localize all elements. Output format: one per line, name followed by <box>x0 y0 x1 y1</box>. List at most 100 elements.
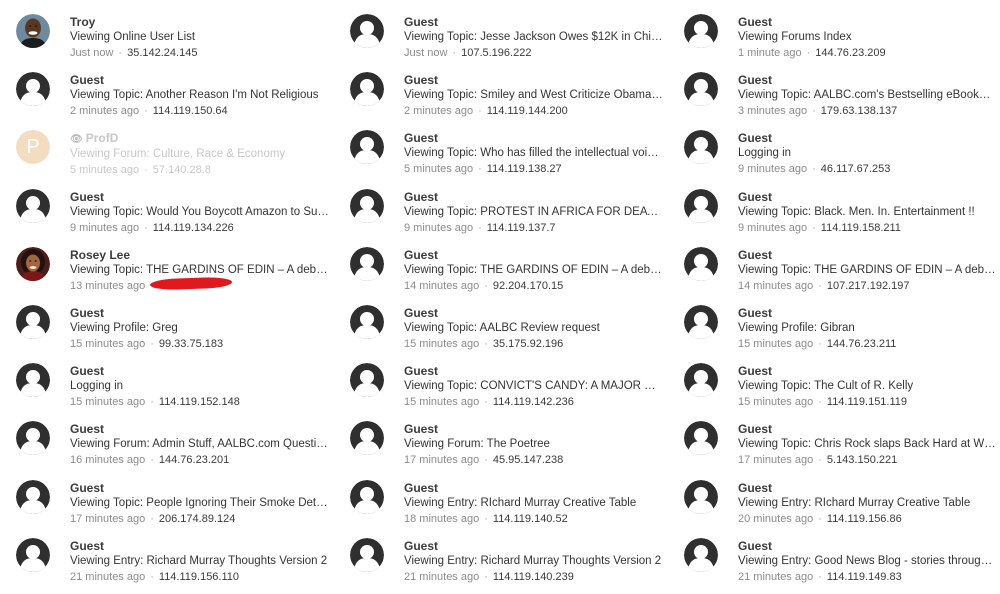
user-meta: 5 minutes ago · 57.140.28.8 <box>70 162 330 178</box>
user-name[interactable]: Rosey Lee <box>70 248 130 262</box>
online-user-entry: Guest Viewing Topic: THE GARDINS OF EDIN … <box>668 245 1000 303</box>
user-name[interactable]: Troy <box>70 15 95 29</box>
user-activity[interactable]: Viewing Forum: The Poetree <box>404 437 664 452</box>
user-meta: 9 minutes ago · 114.119.134.226 <box>70 220 330 236</box>
online-user-entry: Guest Viewing Topic: AALBC.com's Bestsell… <box>668 70 1000 128</box>
user-name-row: Guest <box>404 364 664 379</box>
last-seen-time: 17 minutes ago <box>404 454 480 467</box>
user-name-row: Guest <box>738 481 996 496</box>
user-activity[interactable]: Viewing Topic: CONVICT'S CANDY: A MAJOR … <box>404 379 664 394</box>
guest-avatar-icon <box>684 363 718 398</box>
user-activity[interactable]: Viewing Topic: Chris Rock slaps Back Har… <box>738 437 996 452</box>
user-name: Guest <box>70 538 105 553</box>
user-name: Guest <box>70 422 105 437</box>
user-activity[interactable]: Viewing Forum: Admin Stuff, AALBC.com Qu… <box>70 437 330 452</box>
meta-separator: · <box>484 396 488 409</box>
meta-separator: · <box>150 454 154 467</box>
user-activity[interactable]: Viewing Topic: Black. Men. In. Entertain… <box>738 205 996 220</box>
meta-separator: · <box>818 279 822 292</box>
user-avatar[interactable]: P <box>16 130 50 165</box>
user-name: Guest <box>404 480 439 495</box>
user-meta: 20 minutes ago · 114.119.156.86 <box>738 511 996 527</box>
user-meta: 15 minutes ago · 114.119.142.236 <box>404 394 664 410</box>
user-activity[interactable]: Viewing Entry: RIchard Murray Creative T… <box>738 496 996 511</box>
online-user-entry: Guest Logging in 9 minutes ago · 46.117.67.2… <box>668 128 1000 186</box>
last-seen-time: 15 minutes ago <box>70 396 146 409</box>
user-avatar-photo[interactable] <box>16 14 50 48</box>
meta-separator: · <box>818 337 822 350</box>
user-activity[interactable]: Viewing Topic: Jesse Jackson Owes $12K i… <box>404 30 664 45</box>
online-user-entry: Guest Viewing Profile: Greg 15 minutes ago… <box>0 303 334 361</box>
user-name: Guest <box>404 15 439 29</box>
user-activity[interactable]: Logging in <box>70 379 330 394</box>
last-seen-time: 15 minutes ago <box>738 337 814 350</box>
user-info: Guest Viewing Topic: People Ignoring Thei… <box>70 481 330 527</box>
user-activity[interactable]: Viewing Topic: Another Reason I'm Not Re… <box>70 88 330 103</box>
ip-address: 114.119.138.27 <box>486 163 562 176</box>
user-activity[interactable]: Viewing Topic: People Ignoring Their Smo… <box>70 496 330 511</box>
guest-avatar-icon <box>350 421 384 456</box>
user-info: Guest Viewing Topic: The Cult of R. Kelly… <box>738 364 996 410</box>
user-name-row: Guest <box>738 364 996 379</box>
last-seen-time: 9 minutes ago <box>404 221 474 234</box>
user-activity[interactable]: Viewing Entry: RIchard Murray Creative T… <box>404 496 664 511</box>
user-info: Guest Viewing Topic: Another Reason I'm N… <box>70 73 330 119</box>
user-activity[interactable]: Viewing Entry: Good News Blog - stories … <box>738 554 996 569</box>
ip-address: 35.175.92.196 <box>492 337 564 350</box>
user-info: Guest Viewing Entry: Richard Murray Thoug… <box>404 539 664 585</box>
user-meta: 13 minutes ago· <box>70 276 330 294</box>
online-user-entry: Troy Viewing Online User List Just now · 35.… <box>0 12 334 70</box>
user-name[interactable]: ProfD <box>86 131 119 145</box>
user-activity[interactable]: Viewing Forums Index <box>738 30 996 45</box>
user-name-row: Guest <box>738 73 996 88</box>
user-activity[interactable]: Viewing Entry: Richard Murray Thoughts V… <box>404 554 664 569</box>
user-name: Guest <box>404 73 439 88</box>
user-name-row: Rosey Lee <box>70 248 330 263</box>
user-name-row: Guest <box>70 73 330 88</box>
ip-address: 206.174.89.124 <box>158 512 236 525</box>
user-activity[interactable]: Viewing Topic: THE GARDINS OF EDIN – A d… <box>70 263 330 278</box>
meta-separator: · <box>818 396 822 409</box>
user-meta: 17 minutes ago · 5.143.150.221 <box>738 452 996 468</box>
user-activity[interactable]: Viewing Online User List <box>70 30 330 45</box>
user-activity[interactable]: Viewing Profile: Gibran <box>738 321 996 336</box>
user-meta: 21 minutes ago · 114.119.156.110 <box>70 569 330 585</box>
user-activity[interactable]: Viewing Topic: THE GARDINS OF EDIN – A d… <box>738 263 996 278</box>
user-meta: 14 minutes ago · 92.204.170.15 <box>404 278 664 294</box>
ip-address: 114.119.158.211 <box>820 221 901 234</box>
ip-address: 114.119.144.200 <box>486 105 568 118</box>
user-avatar-photo[interactable] <box>16 246 50 281</box>
user-name-row: Troy <box>70 15 330 30</box>
user-activity[interactable]: Viewing Forum: Culture, Race & Economy <box>70 147 330 162</box>
user-activity[interactable]: Viewing Topic: Smiley and West Criticize… <box>404 88 664 103</box>
user-meta: 15 minutes ago · 114.119.151.119 <box>738 394 996 410</box>
user-name: Guest <box>70 73 105 88</box>
user-activity[interactable]: Logging in <box>738 146 996 161</box>
user-name-row: Guest <box>70 539 330 554</box>
user-activity[interactable]: Viewing Topic: The Cult of R. Kelly <box>738 379 996 394</box>
guest-avatar-icon <box>16 304 50 339</box>
ip-address: 114.119.151.119 <box>826 396 908 409</box>
user-name: Guest <box>738 131 773 146</box>
user-info: Guest Viewing Entry: Richard Murray Thoug… <box>70 539 330 585</box>
ip-address: 114.119.142.236 <box>492 396 574 409</box>
last-seen-time: 15 minutes ago <box>404 396 480 409</box>
user-activity[interactable]: Viewing Topic: Who has filled the intell… <box>404 146 664 161</box>
ip-address: 144.76.23.211 <box>826 337 897 350</box>
meta-separator: · <box>478 163 482 176</box>
user-activity[interactable]: Viewing Topic: Would You Boycott Amazon … <box>70 205 330 220</box>
last-seen-time: 15 minutes ago <box>70 337 146 350</box>
user-activity[interactable]: Viewing Topic: AALBC.com's Bestselling e… <box>738 88 996 103</box>
last-seen-time: 17 minutes ago <box>738 454 814 467</box>
user-activity[interactable]: Viewing Profile: Greg <box>70 321 330 336</box>
user-name-row: Guest <box>404 131 664 146</box>
user-activity[interactable]: Viewing Topic: PROTEST IN AFRICA FOR DEA… <box>404 205 664 220</box>
user-info: Guest Viewing Topic: PROTEST IN AFRICA FO… <box>404 190 664 236</box>
meta-separator: · <box>144 105 148 118</box>
user-activity[interactable]: Viewing Topic: THE GARDINS OF EDIN – A d… <box>404 263 664 278</box>
user-name-row: Guest <box>738 248 996 263</box>
online-user-entry: Guest Viewing Entry: RIchard Murray Creat… <box>334 478 668 536</box>
user-activity[interactable]: Viewing Topic: AALBC Review request <box>404 321 664 336</box>
user-activity[interactable]: Viewing Entry: Richard Murray Thoughts V… <box>70 554 330 569</box>
guest-avatar-icon <box>350 537 384 572</box>
